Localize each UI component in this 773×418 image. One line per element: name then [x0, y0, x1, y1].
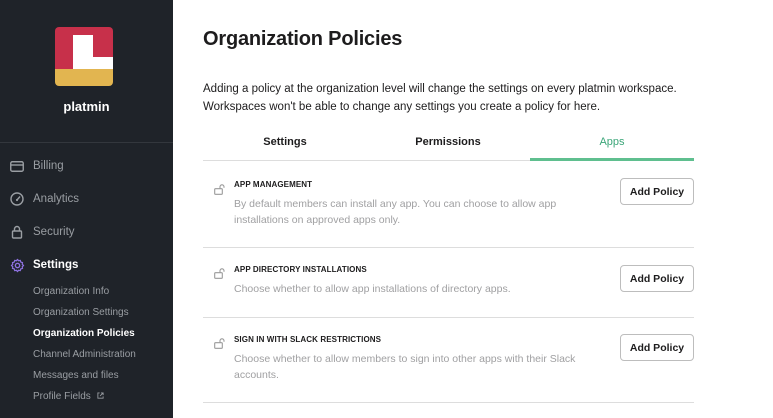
sidebar-item-label: Analytics: [33, 193, 80, 205]
tab-settings[interactable]: Settings: [203, 130, 367, 161]
sidebar-subitem-label: Profile Fields: [33, 391, 91, 403]
sidebar-subitem-channel-administration[interactable]: Channel Administration: [33, 349, 136, 360]
sidebar-item-billing[interactable]: Billing: [0, 155, 173, 177]
add-policy-button[interactable]: Add Policy: [620, 334, 694, 361]
page-intro: Adding a policy at the organization leve…: [203, 83, 677, 113]
sidebar: platmin Billing Analytics Security Setti…: [0, 0, 173, 418]
policy-description: Choose whether to allow app installation…: [234, 283, 511, 295]
sidebar-subitem-messages-and-files[interactable]: Messages and files: [33, 370, 119, 381]
external-link-icon: [97, 391, 104, 402]
policy-title: APP DIRECTORY INSTALLATIONS: [234, 265, 367, 274]
main-content: Organization Policies Adding a policy at…: [173, 0, 773, 418]
policy-title: SIGN IN WITH SLACK RESTRICTIONS: [234, 335, 382, 344]
billing-icon: [9, 158, 25, 174]
add-policy-button[interactable]: Add Policy: [620, 265, 694, 292]
sidebar-subitem-organization-settings[interactable]: Organization Settings: [33, 307, 129, 318]
org-logo[interactable]: [55, 27, 113, 86]
sidebar-subitem-organization-policies[interactable]: Organization Policies: [33, 328, 135, 339]
policy-title: APP MANAGEMENT: [234, 180, 313, 189]
policy-row-app-directory-installations: APP DIRECTORY INSTALLATIONS Choose wheth…: [203, 248, 694, 318]
analytics-icon: [9, 191, 25, 207]
sidebar-subitem-profile-fields[interactable]: Profile Fields: [33, 391, 104, 402]
unlock-icon: [214, 336, 226, 354]
sidebar-divider: [0, 142, 173, 143]
unlock-icon: [214, 266, 226, 284]
sidebar-subitem-organization-info[interactable]: Organization Info: [33, 286, 109, 297]
sidebar-item-label: Settings: [33, 259, 79, 271]
unlock-icon: [214, 182, 226, 200]
policy-description: By default members can install any app. …: [234, 198, 557, 226]
tab-bar: Settings Permissions Apps: [203, 130, 694, 161]
policy-row-sign-in-with-slack-restrictions: SIGN IN WITH SLACK RESTRICTIONS Choose w…: [203, 318, 694, 403]
sidebar-item-label: Billing: [33, 160, 64, 172]
sidebar-item-settings[interactable]: Settings: [0, 254, 173, 276]
page-title: Organization Policies: [203, 28, 403, 50]
lock-icon: [9, 224, 25, 240]
add-policy-button[interactable]: Add Policy: [620, 178, 694, 205]
tab-permissions[interactable]: Permissions: [366, 130, 530, 161]
tab-apps[interactable]: Apps: [530, 130, 694, 161]
sidebar-item-analytics[interactable]: Analytics: [0, 188, 173, 210]
sidebar-item-label: Security: [33, 226, 75, 238]
sidebar-item-security[interactable]: Security: [0, 221, 173, 243]
policy-description: Choose whether to allow members to sign …: [234, 353, 576, 381]
org-name: platmin: [63, 99, 110, 114]
gear-icon: [9, 257, 25, 273]
policy-row-app-management: APP MANAGEMENT By default members can in…: [203, 162, 694, 248]
